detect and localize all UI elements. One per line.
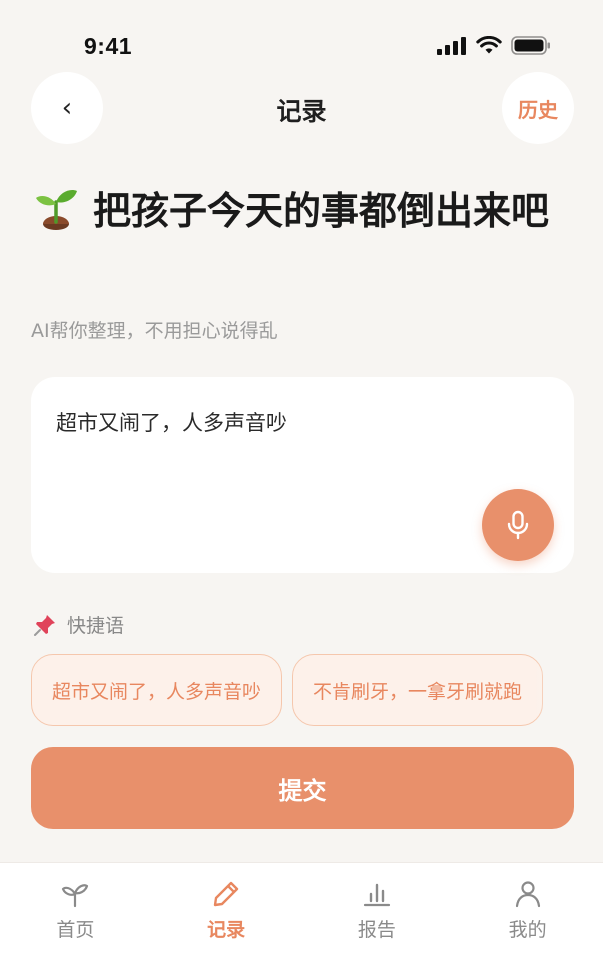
quick-phrase-chip[interactable]: 不肯刷牙，一拿牙刷就跑 [292,654,544,726]
wifi-icon [476,36,502,54]
tab-home[interactable]: 首页 [0,863,151,956]
header: ‹ 记录 历史 [0,70,603,146]
quick-phrases-label: 快捷语 [67,615,125,637]
pencil-icon [213,881,239,907]
voice-input-button[interactable] [482,489,554,561]
sprout-icon [36,190,77,230]
quick-phrase-chip[interactable]: 超市又闹了，人多声音吵 [31,654,283,726]
quick-phrases-scroller[interactable]: 超市又闹了，人多声音吵 不肯刷牙，一拿牙刷就跑 [31,654,574,726]
microphone-icon [507,510,529,540]
person-icon [515,881,540,908]
tab-label: 首页 [56,919,95,941]
tab-report[interactable]: 报告 [302,863,453,956]
tab-label: 报告 [357,919,396,941]
battery-icon [511,36,550,55]
quick-phrases-header: 快捷语 [33,611,124,638]
bar-chart-icon [363,883,390,907]
record-input-text[interactable]: 超市又闹了，人多声音吵 [56,407,287,437]
submit-button[interactable]: 提交 [31,747,574,829]
record-input-card[interactable]: 超市又闹了，人多声音吵 [31,377,574,573]
pushpin-icon [34,614,55,636]
subtitle: AI帮你整理，不用担心说得乱 [31,320,278,342]
cellular-signal-icon [437,36,466,55]
status-time: 9:41 [84,33,133,59]
tab-label: 我的 [508,919,547,941]
tab-profile[interactable]: 我的 [452,863,603,956]
tab-bar: 首页 记录 报告 我的 [0,862,603,956]
status-icons [437,36,551,55]
status-bar: 9:41 [0,0,603,70]
sprout-outline-icon [62,884,89,908]
tab-record[interactable]: 记录 [151,863,302,956]
record-screen: 9:41 ‹ 记录 历史 把孩子今天的事都倒出来吧 AI帮你整理，不用担心说得乱… [0,0,603,956]
history-button[interactable]: 历史 [502,72,574,144]
headline-text: 把孩子今天的事都倒出来吧 [93,189,550,233]
quick-phrases-list: 超市又闹了，人多声音吵 不肯刷牙，一拿牙刷就跑 [31,654,574,726]
tab-label: 记录 [207,919,246,941]
headline: 把孩子今天的事都倒出来吧 [31,182,576,240]
